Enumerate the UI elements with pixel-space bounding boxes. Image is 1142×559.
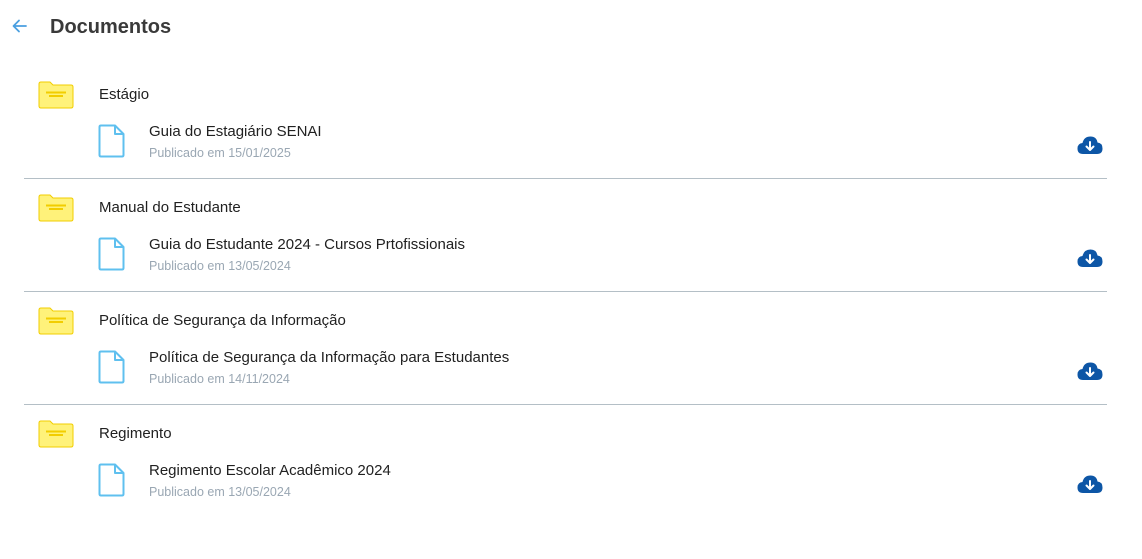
- cloud-download-icon: [1077, 362, 1103, 380]
- back-button[interactable]: [10, 16, 30, 36]
- cloud-download-icon: [1077, 249, 1103, 267]
- cloud-download-icon: [1077, 136, 1103, 154]
- group-title: Política de Segurança da Informação: [99, 312, 346, 329]
- document-title[interactable]: Regimento Escolar Acadêmico 2024: [149, 462, 391, 479]
- document-group: Política de Segurança da Informação Polí…: [24, 292, 1107, 405]
- document-group: Regimento Regimento Escolar Acadêmico 20…: [24, 405, 1107, 517]
- folder-icon: [38, 81, 74, 109]
- document-date: Publicado em 15/01/2025: [149, 146, 291, 160]
- page-title: Documentos: [50, 16, 172, 38]
- file-icon: [98, 237, 125, 271]
- group-title: Estágio: [99, 86, 150, 103]
- file-icon: [98, 463, 125, 497]
- cloud-download-icon: [1077, 475, 1103, 493]
- documents-list: Estágio Guia do Estagiário SENAI Publica…: [24, 66, 1107, 517]
- arrow-left-icon: [12, 19, 27, 33]
- file-icon: [98, 124, 125, 158]
- group-title: Manual do Estudante: [99, 199, 241, 216]
- document-title[interactable]: Guia do Estagiário SENAI: [149, 123, 322, 140]
- group-title: Regimento: [99, 425, 172, 442]
- file-icon: [98, 350, 125, 384]
- document-title[interactable]: Política de Segurança da Informação para…: [149, 349, 509, 366]
- folder-icon: [38, 307, 74, 335]
- document-date: Publicado em 13/05/2024: [149, 485, 291, 499]
- download-button[interactable]: [1076, 473, 1104, 495]
- document-date: Publicado em 13/05/2024: [149, 259, 291, 273]
- download-button[interactable]: [1076, 360, 1104, 382]
- folder-icon: [38, 420, 74, 448]
- app-header: Documentos: [0, 0, 1142, 56]
- document-group: Estágio Guia do Estagiário SENAI Publica…: [24, 66, 1107, 179]
- document-title[interactable]: Guia do Estudante 2024 - Cursos Prtofiss…: [149, 236, 465, 253]
- download-button[interactable]: [1076, 247, 1104, 269]
- download-button[interactable]: [1076, 134, 1104, 156]
- document-date: Publicado em 14/11/2024: [149, 372, 290, 386]
- folder-icon: [38, 194, 74, 222]
- document-group: Manual do Estudante Guia do Estudante 20…: [24, 179, 1107, 292]
